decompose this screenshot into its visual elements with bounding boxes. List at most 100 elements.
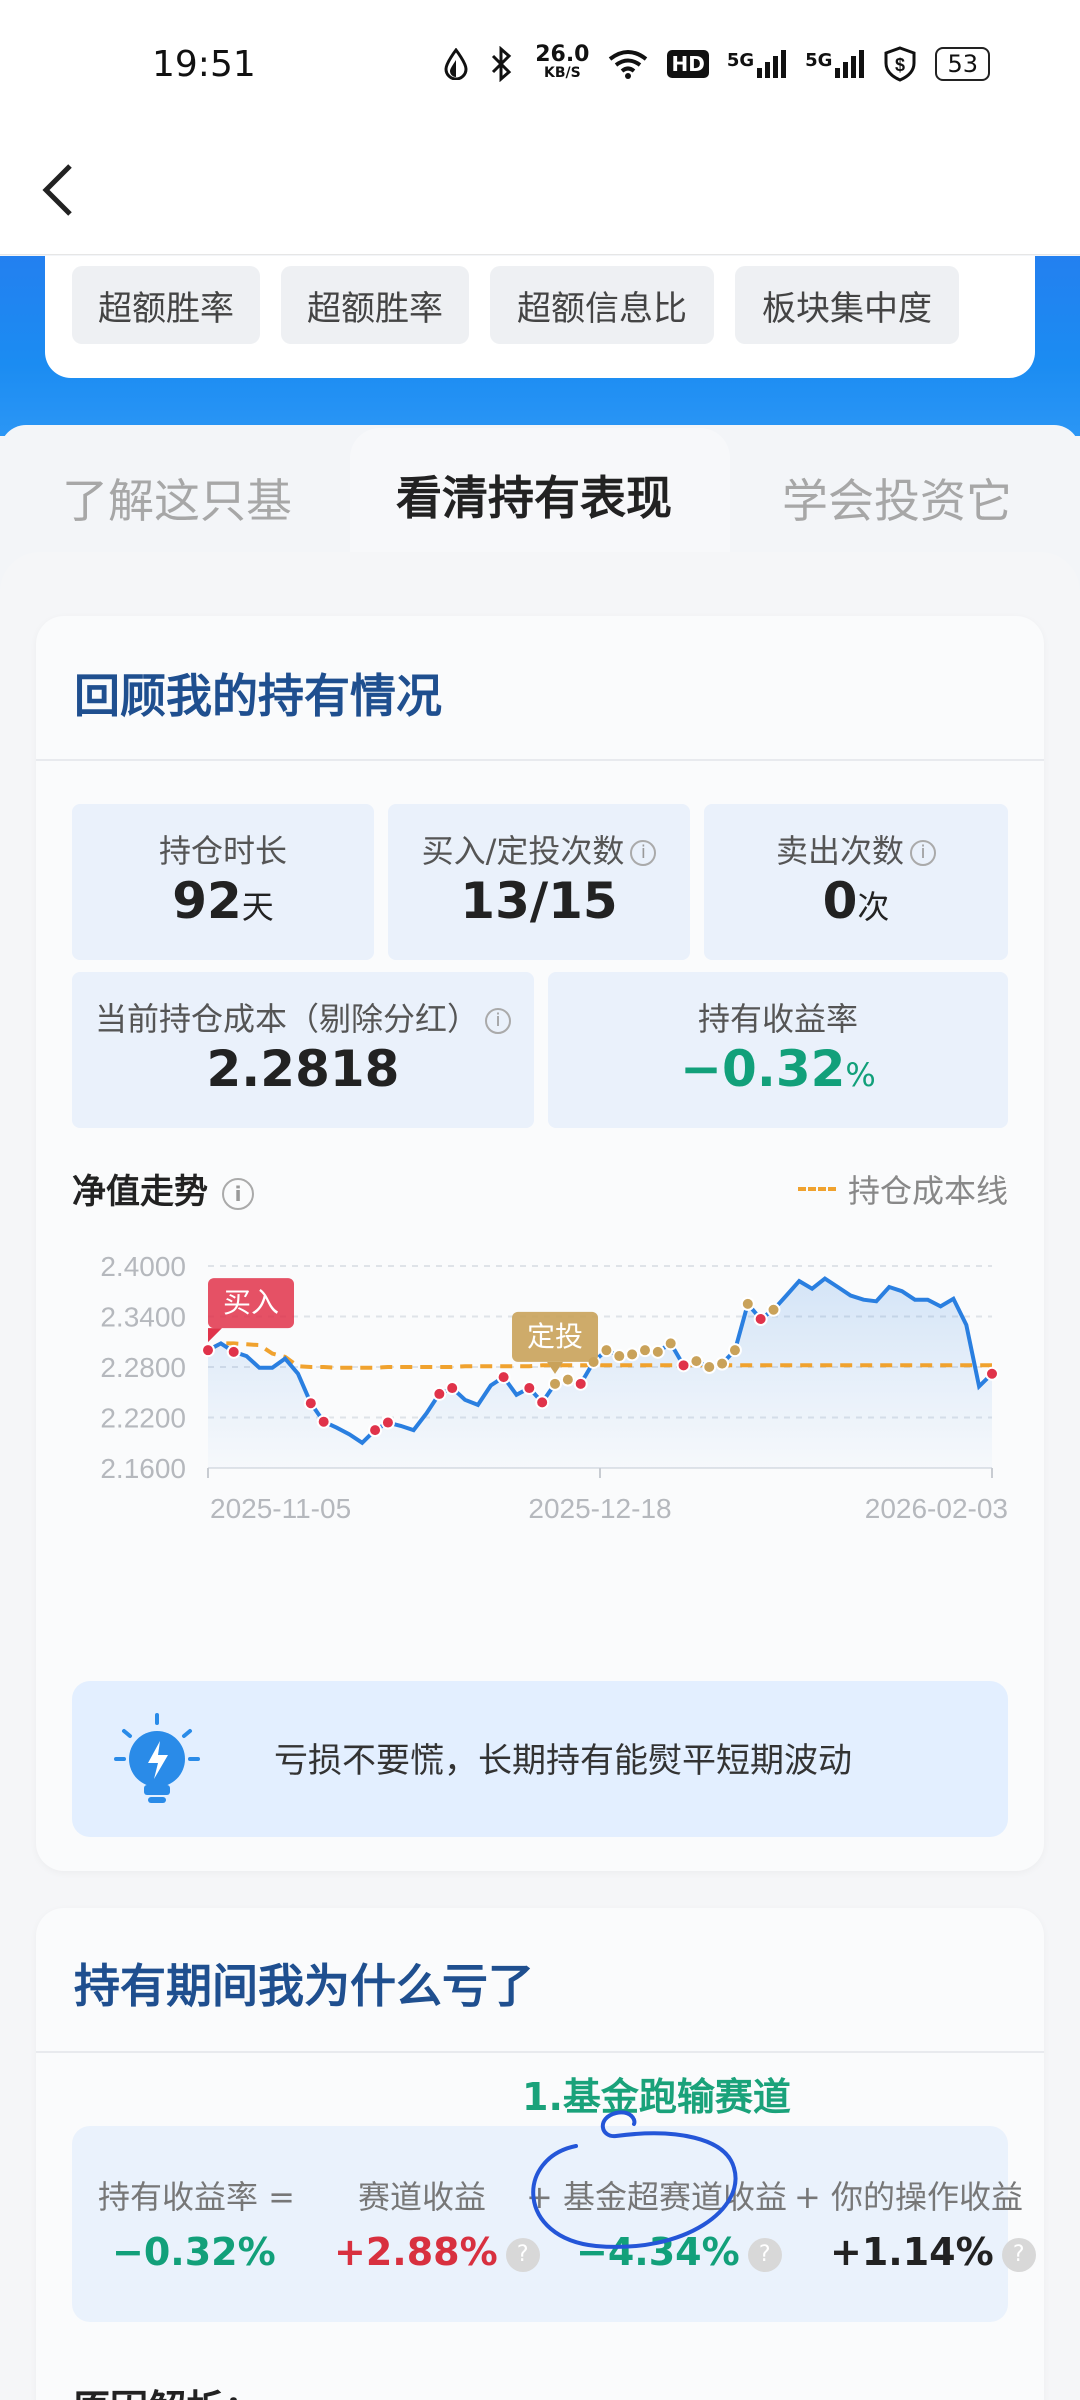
sells-value: 0 xyxy=(822,872,858,930)
nav-area xyxy=(208,1278,992,1468)
sip-point xyxy=(625,1347,640,1362)
stat-value: 2.2818 xyxy=(206,1040,400,1098)
legend-dash-icon xyxy=(797,1187,836,1191)
duration-unit: 天 xyxy=(241,888,274,926)
y-tick-label: 2.1600 xyxy=(100,1453,186,1484)
x-tick-label: 2026-02-03 xyxy=(865,1493,1008,1524)
drop-icon xyxy=(443,48,469,80)
buy-point xyxy=(380,1415,395,1430)
chart-annotations: 买入定投 xyxy=(208,1278,599,1374)
battery-icon: 53 xyxy=(935,47,990,81)
chart-legend: 持仓成本线 xyxy=(797,1166,1008,1212)
buy-point xyxy=(522,1381,537,1396)
tip-text: 亏损不要慌，长期持有能熨平短期波动 xyxy=(274,1741,852,1781)
return-unit: % xyxy=(845,1056,876,1094)
stat-label: 买入/定投次数 i xyxy=(388,826,690,872)
metric-tags-card: 超额胜率 超额胜率 超额信息比 板块集中度 xyxy=(45,256,1035,378)
stat-return: 持有收益率 −0.32% xyxy=(548,972,1008,1128)
buy-point xyxy=(573,1376,588,1391)
formula-value-total: −0.32% xyxy=(112,2230,276,2274)
sip-point xyxy=(637,1343,652,1358)
sip-point xyxy=(560,1372,575,1387)
duration-value: 92 xyxy=(172,872,242,930)
sip-point xyxy=(599,1343,614,1358)
sells-label: 卖出次数 xyxy=(775,832,904,870)
buy-point xyxy=(368,1423,383,1438)
buy-point xyxy=(316,1414,331,1429)
bluetooth-icon xyxy=(487,46,517,82)
stat-label: 卖出次数 i xyxy=(704,826,1008,872)
tip-banner: 亏损不要慌，长期持有能熨平短期波动 xyxy=(72,1681,1008,1837)
status-time: 19:51 xyxy=(152,44,256,85)
tag-item[interactable]: 超额胜率 xyxy=(72,266,260,344)
return-value: −0.32 xyxy=(680,1040,846,1098)
y-tick-label: 2.3400 xyxy=(100,1302,186,1333)
loss-card-title: 持有期间我为什么亏了 xyxy=(74,1959,534,2013)
cost-label: 当前持仓成本（剔除分红） xyxy=(94,1000,479,1038)
net-speed-unit: KB/S xyxy=(543,65,581,81)
signal-5g-label: 5G xyxy=(726,50,755,71)
sells-unit: 次 xyxy=(857,888,890,926)
info-icon[interactable]: i xyxy=(910,840,936,866)
sip-point xyxy=(663,1336,678,1351)
formula-value-operation: +1.14%? xyxy=(830,2230,1036,2274)
sector-value: +2.88% xyxy=(334,2230,498,2274)
buy-point xyxy=(445,1381,460,1396)
nav-bar xyxy=(0,140,1080,255)
info-icon[interactable]: i xyxy=(222,1177,254,1210)
help-icon[interactable]: ? xyxy=(1001,2237,1036,2272)
buy-point xyxy=(303,1396,318,1411)
reason-heading: 原因解析： xyxy=(72,2378,262,2400)
legend-label: 持仓成本线 xyxy=(847,1172,1008,1210)
formula-label-total: 持有收益率 = xyxy=(98,2178,295,2216)
buy-point xyxy=(676,1358,691,1373)
svg-text:$: $ xyxy=(895,55,905,75)
x-tick-label: 2025-11-05 xyxy=(210,1493,351,1524)
info-icon[interactable]: i xyxy=(630,840,657,866)
lightbulb-icon xyxy=(114,1713,200,1803)
formula-label-sector: 赛道收益 xyxy=(358,2178,487,2216)
tab-performance[interactable]: 看清持有表现 xyxy=(396,462,672,528)
net-speed-value: 26.0 xyxy=(535,42,590,67)
sip-point xyxy=(612,1349,627,1364)
tab-understand[interactable]: 了解这只基 xyxy=(62,465,292,531)
sip-point xyxy=(548,1376,563,1391)
signal-icon: 5G xyxy=(727,50,787,78)
holding-card-title: 回顾我的持有情况 xyxy=(74,669,442,723)
chart-title: 净值走势 i xyxy=(72,1164,254,1213)
stat-value: 0次 xyxy=(704,872,1008,930)
stat-label: 持仓时长 xyxy=(158,832,287,870)
tag-item[interactable]: 超额信息比 xyxy=(490,266,714,344)
info-icon[interactable]: i xyxy=(485,1008,511,1034)
back-button[interactable] xyxy=(38,154,78,224)
hd-icon: HD xyxy=(667,50,709,78)
signal-icon-2: 5G xyxy=(805,50,865,78)
sip-point xyxy=(650,1344,665,1359)
sip-point xyxy=(689,1354,704,1369)
wifi-icon xyxy=(607,48,649,80)
stat-value: 13/15 xyxy=(460,872,618,930)
buy-point xyxy=(985,1366,999,1381)
sip-point xyxy=(740,1296,755,1311)
sip-point xyxy=(715,1356,730,1371)
y-tick-label: 2.2200 xyxy=(100,1403,186,1434)
x-tick-label: 2025-12-18 xyxy=(528,1493,671,1524)
shield-dollar-icon: $ xyxy=(883,46,917,82)
buys-label: 买入/定投次数 xyxy=(421,832,625,870)
y-tick-label: 2.4000 xyxy=(100,1251,186,1282)
tag-item[interactable]: 超额胜率 xyxy=(281,266,469,344)
sip-point xyxy=(766,1302,781,1317)
net-speed: 26.0 KB/S xyxy=(535,42,590,82)
status-icons: 26.0 KB/S HD 5G 5G $ 53 xyxy=(443,42,990,82)
stat-label: 持有收益率 xyxy=(697,1000,858,1038)
chevron-left-icon xyxy=(42,164,72,216)
annotation-label: 买入 xyxy=(223,1286,279,1319)
tag-item[interactable]: 板块集中度 xyxy=(735,266,959,344)
tab-learn[interactable]: 学会投资它 xyxy=(782,465,1012,531)
x-tick-labels: 2025-11-05 2025-12-18 2026-02-03 xyxy=(207,1468,1008,1524)
holding-card: 回顾我的持有情况 持仓时长 92天 买入/定投次数 i 13/15 卖出次数 i 0… xyxy=(36,616,1044,1871)
buy-point xyxy=(226,1344,241,1359)
status-bar: 19:51 26.0 KB/S HD 5G 5G $ 53 xyxy=(0,0,1080,140)
buy-point xyxy=(535,1395,550,1410)
nav-chart[interactable]: 2.4000 2.3400 2.2800 2.2200 2.1600 2025-11-0… xyxy=(36,1236,1044,1626)
